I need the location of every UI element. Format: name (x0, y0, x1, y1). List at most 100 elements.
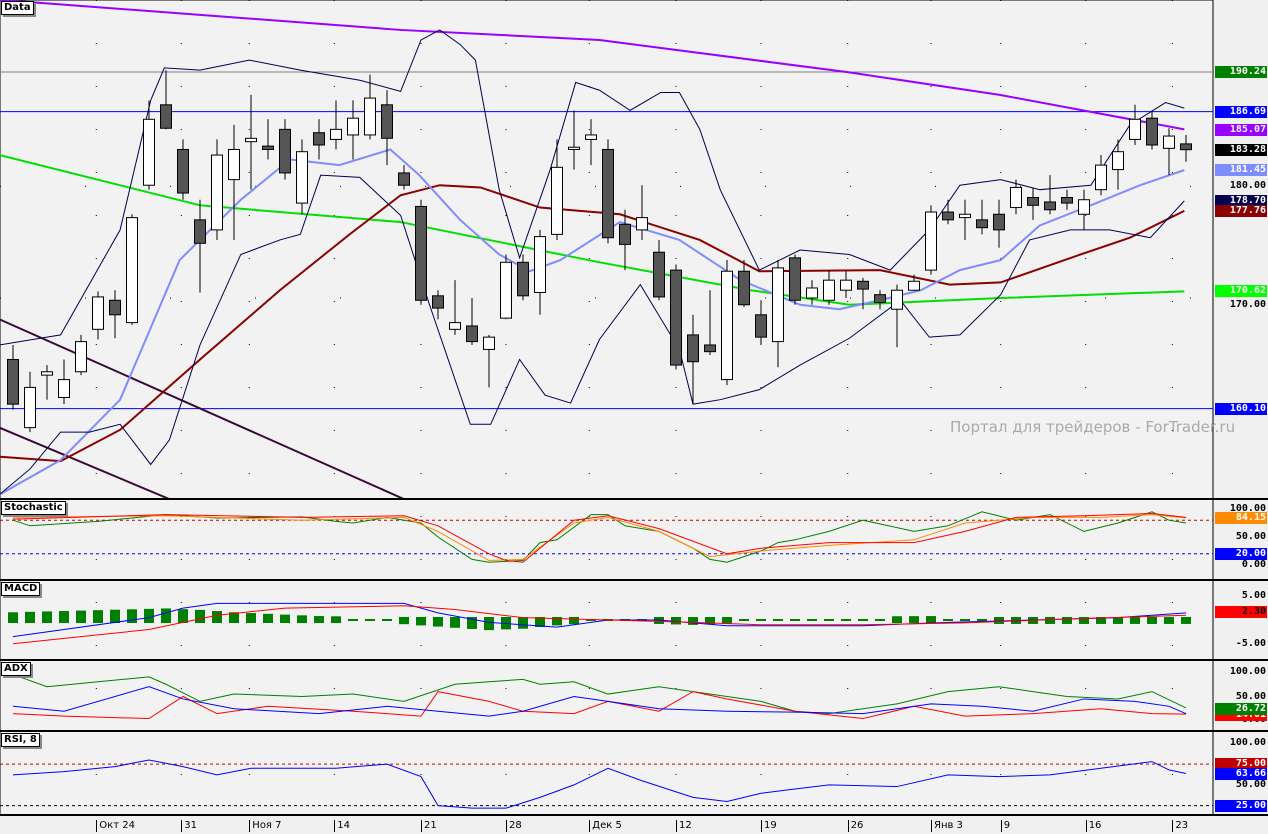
macd-histogram-bar (8, 612, 18, 623)
candle-bullish (1078, 199, 1090, 215)
adx-axis-label: 100.00 (1229, 666, 1266, 677)
candle-bullish (41, 371, 53, 376)
macd-axis-label: 2.30 (1215, 605, 1267, 618)
macd-histogram-bar (892, 616, 902, 623)
candle-bullish (75, 341, 87, 373)
macd-histogram-bar (144, 608, 154, 623)
candle-bearish (517, 261, 529, 297)
candle-bearish (1044, 201, 1056, 211)
candle-bullish (891, 289, 903, 310)
macd-histogram-bar (909, 616, 919, 623)
price-axis-label: 181.45 (1215, 164, 1267, 177)
panel-title-data: Data (1, 1, 34, 15)
stoch-axis-label: 20.00 (1215, 547, 1267, 560)
candle-bullish (1112, 151, 1124, 171)
candle-bullish (1095, 164, 1107, 191)
candle-bearish (398, 172, 410, 186)
candle-bearish (313, 132, 325, 146)
candle-bullish (364, 97, 376, 136)
candle-bearish (194, 219, 206, 244)
candle-bullish (245, 137, 257, 143)
candle-bearish (755, 314, 767, 338)
candle-bullish (228, 148, 240, 181)
candle-bullish (58, 379, 70, 398)
macd-histogram-bar (331, 616, 341, 623)
date-axis-label: 14 (334, 820, 350, 832)
candle-bearish (7, 358, 19, 405)
candle-bullish (1129, 118, 1141, 140)
candle-bearish (993, 213, 1005, 231)
candle-bullish (636, 217, 648, 231)
candle-bullish (551, 166, 563, 235)
watermark: Портал для трейдеров - ForTrader.ru (950, 418, 1236, 436)
candle-bearish (262, 145, 274, 150)
rsi-axis-label: 100.00 (1229, 737, 1266, 749)
macd-histogram-bar (110, 609, 120, 623)
panel-title-rsi: RSI, 8 (1, 733, 40, 747)
candle-bullish (330, 128, 342, 140)
candle-bullish (211, 154, 223, 231)
price-axis-label: 186.69 (1215, 105, 1267, 118)
candle-bearish (279, 128, 291, 174)
macd-histogram-bar (195, 609, 205, 623)
candle-bullish (449, 322, 461, 330)
macd-histogram-bar (212, 611, 222, 623)
macd-histogram-bar (178, 609, 188, 623)
adx-axis-label: 26.72 (1215, 703, 1267, 716)
macd-histogram-bar (1045, 617, 1055, 624)
candle-bearish (1180, 143, 1192, 151)
rsi-axis-label: 25.00 (1215, 799, 1267, 812)
panel-title-macd: MACD (1, 582, 41, 596)
price-axis-label: 177.76 (1215, 205, 1267, 218)
candle-bearish (109, 299, 121, 316)
date-axis-label: 21 (421, 820, 437, 832)
date-axis-label: 16 (1085, 820, 1101, 832)
candle-bullish (92, 296, 104, 330)
candle-bullish (840, 279, 852, 291)
macd-histogram-bar (280, 614, 290, 623)
candle-bearish (738, 270, 750, 306)
candle-bearish (857, 280, 869, 290)
candle-bullish (772, 267, 784, 343)
date-axis-label: 31 (181, 820, 197, 832)
candle-bullish (721, 270, 733, 381)
candle-bearish (466, 325, 478, 343)
stoch-axis-label: 84.15 (1215, 511, 1267, 524)
candle-bullish (483, 336, 495, 350)
candle-bullish (296, 151, 308, 204)
macd-histogram-bar (518, 617, 528, 629)
candle-bearish (670, 269, 682, 366)
candle-bearish (1027, 197, 1039, 206)
rsi-axis-label: 50.00 (1235, 778, 1266, 790)
date-axis-label: 19 (761, 820, 777, 832)
candle-bullish (24, 386, 36, 429)
candle-bullish (959, 213, 971, 219)
macd-histogram-bar (76, 610, 86, 623)
candle-bearish (177, 148, 189, 194)
date-axis-label: 28 (506, 820, 522, 832)
macd-histogram-bar (59, 610, 69, 623)
macd-histogram-bar (1130, 617, 1140, 624)
candle-bullish (568, 146, 580, 150)
price-axis-label: 180.00 (1229, 180, 1266, 192)
date-axis-label: 9 (1000, 820, 1010, 832)
macd-histogram-bar (25, 611, 35, 623)
macd-histogram-bar (297, 615, 307, 623)
price-axis-label: 170.00 (1229, 298, 1266, 310)
macd-histogram-bar (161, 608, 171, 623)
macd-histogram-bar (1062, 617, 1072, 624)
date-axis-label: 23 (1172, 820, 1188, 832)
panel-title-stochastic: Stochastic (1, 501, 66, 515)
date-axis-label: Янв 3 (931, 820, 963, 832)
candle-bearish (432, 295, 444, 309)
date-axis-label: Дек 5 (589, 820, 622, 832)
candle-bullish (347, 117, 359, 136)
candle-bullish (585, 134, 597, 140)
macd-histogram-bar (1147, 617, 1157, 624)
macd-histogram-bar (263, 613, 273, 623)
date-axis-label: Ноя 7 (249, 820, 282, 832)
price-axis-label: 190.24 (1215, 65, 1267, 78)
price-chart (0, 0, 1268, 834)
macd-histogram-bar (246, 613, 256, 623)
rsi-axis-label: 63.66 (1215, 767, 1267, 780)
